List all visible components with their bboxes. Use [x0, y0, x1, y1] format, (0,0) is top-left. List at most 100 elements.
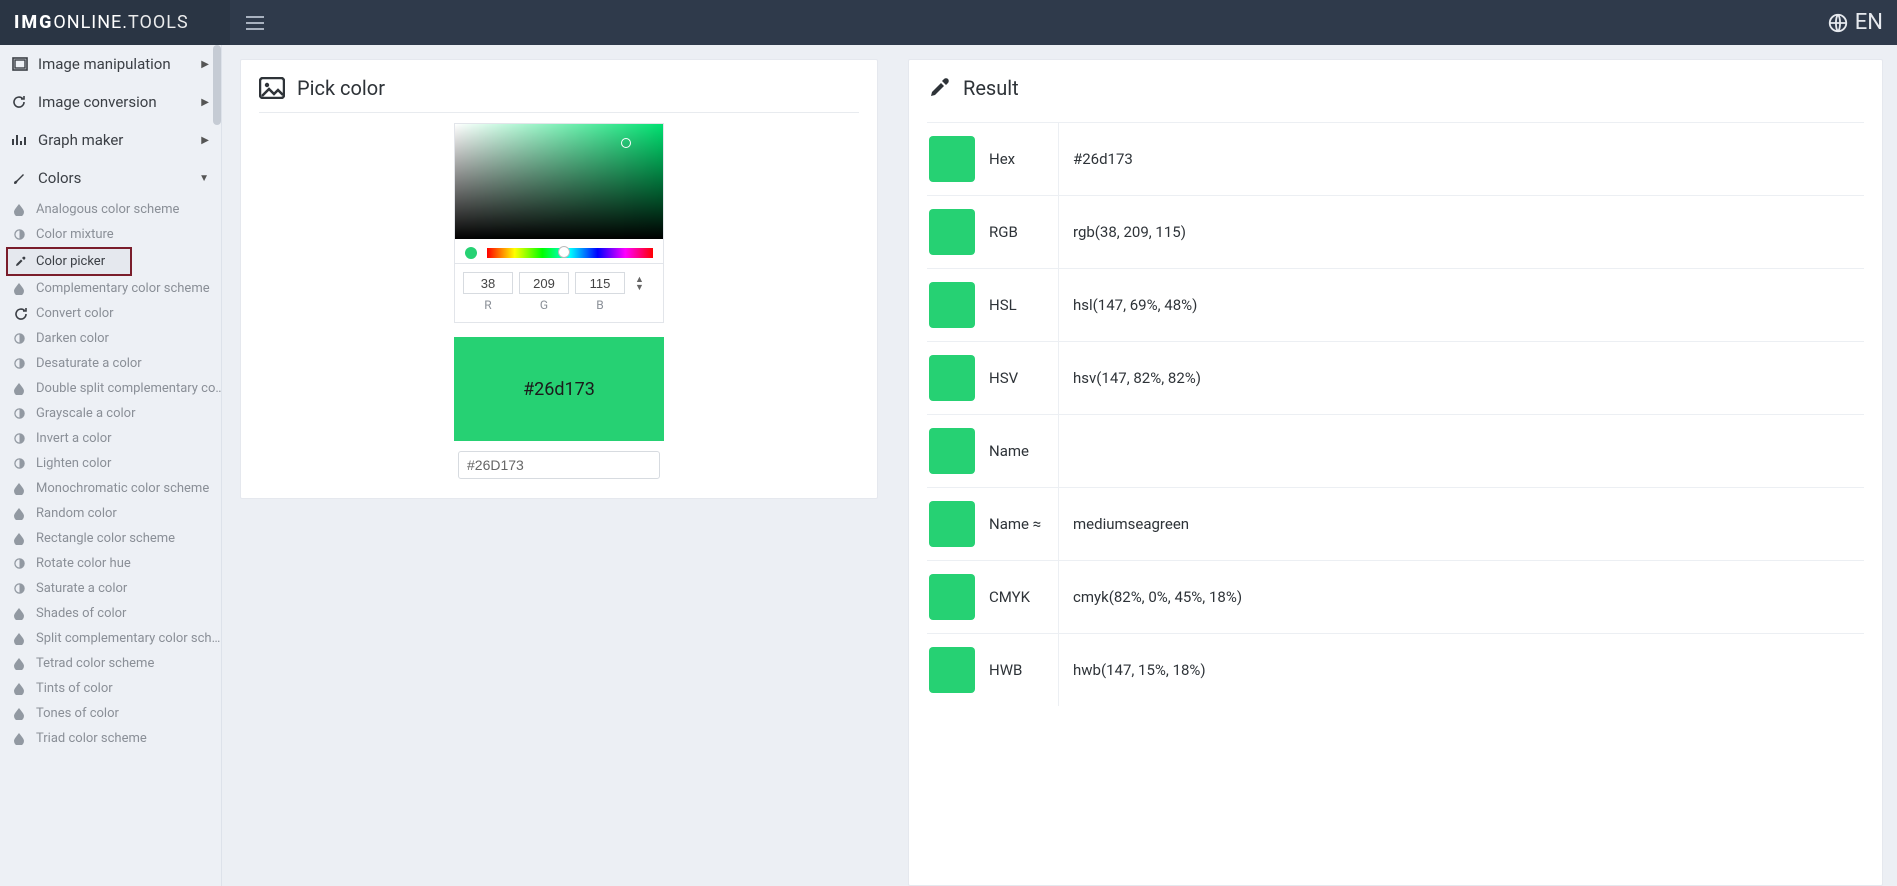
b-input[interactable]	[575, 272, 625, 294]
contrast-icon	[14, 583, 28, 594]
sidebar-item-label: Random color	[36, 506, 117, 521]
r-label: R	[484, 298, 491, 312]
result-swatch	[929, 282, 975, 328]
chevron-down-icon: ▼	[635, 284, 644, 292]
drop-icon	[14, 608, 28, 620]
chevron-down-icon: ▼	[199, 173, 209, 184]
sidebar-item-color-picker[interactable]: Color picker	[6, 247, 132, 276]
dropper-icon	[14, 256, 28, 268]
language-label: EN	[1855, 10, 1883, 35]
sidebar-group-image-manipulation[interactable]: Image manipulation▶	[0, 45, 221, 83]
sidebar-group-label: Image manipulation	[38, 55, 171, 73]
sidebar-item-triad-color-scheme[interactable]: Triad color scheme	[8, 726, 221, 751]
pick-color-title: Pick color	[297, 76, 385, 100]
sidebar-item-label: Monochromatic color scheme	[36, 481, 209, 496]
bar-icon	[12, 134, 28, 146]
sidebar-item-random-color[interactable]: Random color	[8, 501, 221, 526]
sidebar-item-tints-of-color[interactable]: Tints of color	[8, 676, 221, 701]
drop-icon	[14, 483, 28, 495]
sidebar-item-label: Lighten color	[36, 456, 111, 471]
result-value: hwb(147, 15%, 18%)	[1059, 661, 1206, 679]
sidebar-item-double-split-complementary-co-[interactable]: Double split complementary co…	[8, 376, 221, 401]
sidebar-item-label: Convert color	[36, 306, 114, 321]
result-swatch	[929, 209, 975, 255]
sidebar-item-convert-color[interactable]: Convert color	[8, 301, 221, 326]
sidebar-item-label: Triad color scheme	[36, 731, 147, 746]
result-swatch	[929, 136, 975, 182]
sidebar-item-lighten-color[interactable]: Lighten color	[8, 451, 221, 476]
rgb-stepper[interactable]: ▲ ▼	[635, 276, 644, 292]
sidebar-item-desaturate-a-color[interactable]: Desaturate a color	[8, 351, 221, 376]
result-key: HSV	[989, 342, 1059, 414]
sidebar-item-grayscale-a-color[interactable]: Grayscale a color	[8, 401, 221, 426]
result-row-hsl: HSLhsl(147, 69%, 48%)	[927, 268, 1864, 341]
brand-tail: TOOLS	[128, 12, 189, 33]
result-key: Name ≈	[989, 488, 1059, 560]
sidebar-item-invert-a-color[interactable]: Invert a color	[8, 426, 221, 451]
result-swatch	[929, 574, 975, 620]
brand-bold: IMG	[14, 12, 53, 33]
sidebar-item-tones-of-color[interactable]: Tones of color	[8, 701, 221, 726]
hex-input[interactable]	[458, 451, 660, 479]
topbar: IMGONLINE.TOOLS EN	[0, 0, 1897, 45]
sidebar-item-label: Color picker	[36, 254, 105, 269]
result-value: hsv(147, 82%, 82%)	[1059, 369, 1201, 387]
refresh-icon	[14, 307, 28, 321]
sidebar-item-split-complementary-color-sch-[interactable]: Split complementary color sch…	[8, 626, 221, 651]
saturation-value-box[interactable]	[454, 123, 664, 239]
sidebar-group-colors[interactable]: Colors▼	[0, 159, 221, 197]
result-row-hex: Hex#26d173	[927, 122, 1864, 195]
result-row-rgb: RGBrgb(38, 209, 115)	[927, 195, 1864, 268]
drop-icon	[14, 283, 28, 295]
brush-icon	[12, 171, 28, 185]
sidebar-item-label: Rectangle color scheme	[36, 531, 175, 546]
sidebar-item-monochromatic-color-scheme[interactable]: Monochromatic color scheme	[8, 476, 221, 501]
hue-handle[interactable]	[558, 246, 570, 258]
sidebar-item-color-mixture[interactable]: Color mixture	[8, 222, 221, 247]
sidebar-item-label: Rotate color hue	[36, 556, 131, 571]
dropper-icon	[927, 76, 951, 100]
sidebar-item-label: Double split complementary co…	[36, 381, 221, 396]
g-input[interactable]	[519, 272, 569, 294]
selected-color-hex: #26d173	[523, 379, 595, 400]
sidebar-group-label: Graph maker	[38, 131, 123, 149]
sidebar-item-label: Complementary color scheme	[36, 281, 210, 296]
sv-handle[interactable]	[621, 138, 631, 148]
sidebar-item-rectangle-color-scheme[interactable]: Rectangle color scheme	[8, 526, 221, 551]
sidebar-item-analogous-color-scheme[interactable]: Analogous color scheme	[8, 197, 221, 222]
result-row-hsv: HSVhsv(147, 82%, 82%)	[927, 341, 1864, 414]
sidebar-item-tetrad-color-scheme[interactable]: Tetrad color scheme	[8, 651, 221, 676]
result-key: CMYK	[989, 561, 1059, 633]
sidebar-item-label: Desaturate a color	[36, 356, 142, 371]
brand-logo[interactable]: IMGONLINE.TOOLS	[0, 0, 230, 45]
result-title: Result	[963, 76, 1019, 100]
sidebar-item-darken-color[interactable]: Darken color	[8, 326, 221, 351]
result-value: #26d173	[1059, 150, 1133, 168]
sidebar-item-complementary-color-scheme[interactable]: Complementary color scheme	[8, 276, 221, 301]
chevron-right-icon: ▶	[201, 135, 209, 146]
sidebar-item-shades-of-color[interactable]: Shades of color	[8, 601, 221, 626]
sidebar-item-rotate-color-hue[interactable]: Rotate color hue	[8, 551, 221, 576]
drop-icon	[14, 533, 28, 545]
contrast-icon	[14, 229, 28, 240]
result-swatch	[929, 428, 975, 474]
sidebar-item-label: Analogous color scheme	[36, 202, 179, 217]
hue-slider[interactable]	[487, 248, 653, 258]
sidebar-group-image-conversion[interactable]: Image conversion▶	[0, 83, 221, 121]
result-swatch	[929, 355, 975, 401]
language-selector[interactable]: EN	[1827, 0, 1883, 45]
sidebar-item-saturate-a-color[interactable]: Saturate a color	[8, 576, 221, 601]
sidebar-group-graph-maker[interactable]: Graph maker ▶	[0, 121, 221, 159]
result-value: rgb(38, 209, 115)	[1059, 223, 1186, 241]
selected-color-swatch: #26d173	[454, 337, 664, 441]
chevron-right-icon: ▶	[201, 97, 209, 108]
contrast-icon	[14, 408, 28, 419]
refresh-icon	[12, 95, 28, 109]
drop-icon	[14, 633, 28, 645]
result-row-cmyk: CMYKcmyk(82%, 0%, 45%, 18%)	[927, 560, 1864, 633]
r-input[interactable]	[463, 272, 513, 294]
g-label: G	[540, 298, 548, 312]
menu-toggle-button[interactable]	[240, 0, 270, 45]
drop-icon	[14, 733, 28, 745]
sidebar-item-label: Tetrad color scheme	[36, 656, 154, 671]
